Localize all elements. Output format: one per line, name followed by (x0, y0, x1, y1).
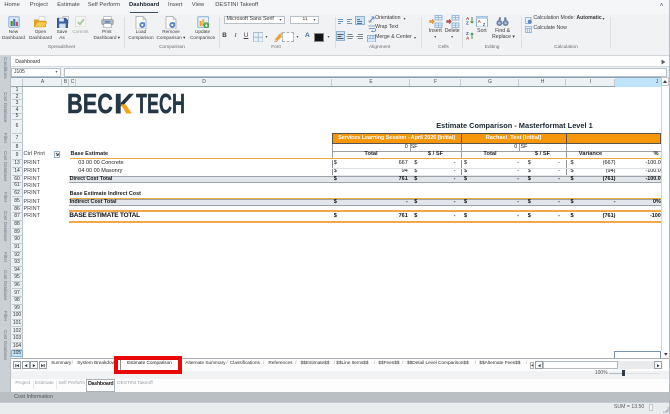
svg-text:TECH: TECH (136, 93, 185, 114)
svg-text:A: A (466, 36, 470, 41)
svg-text:Z: Z (466, 20, 469, 25)
svg-text:A: A (478, 19, 481, 24)
svg-text:Z: Z (483, 22, 486, 27)
svg-text:BEC: BEC (67, 93, 113, 114)
